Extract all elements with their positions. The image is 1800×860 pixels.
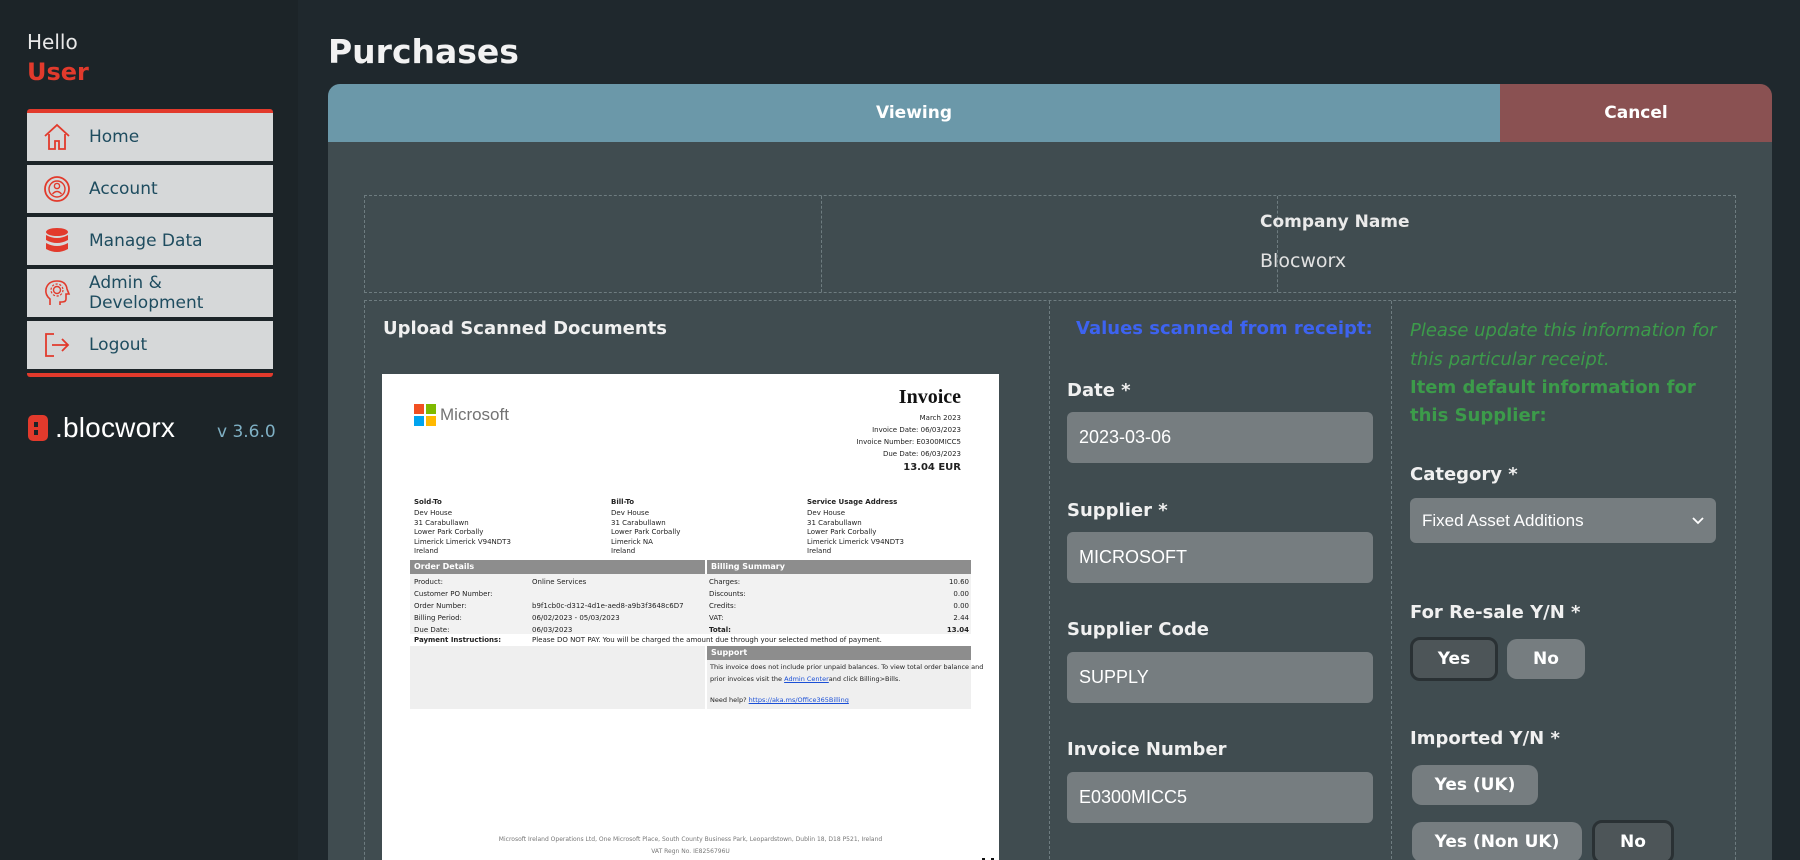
- imported-no-button[interactable]: No: [1592, 820, 1674, 860]
- bill-to-heading: Bill-To: [611, 498, 635, 506]
- greeting: Hello: [27, 30, 78, 54]
- invoice-month: March 2023: [919, 414, 961, 422]
- menu-bottom-accent: [27, 373, 273, 377]
- company-row: [364, 195, 1736, 293]
- home-icon: [44, 123, 70, 150]
- service-address-heading: Service Usage Address: [807, 498, 898, 506]
- page-title: Purchases: [328, 32, 519, 71]
- logout-icon: [45, 333, 70, 357]
- doc-footer-address: Microsoft Ireland Operations Ltd, One Mi…: [498, 836, 883, 843]
- support-heading: Support: [707, 646, 971, 660]
- imported-label: Imported Y/N *: [1410, 728, 1560, 749]
- app-version: v 3.6.0: [217, 422, 276, 442]
- viewing-tab[interactable]: Viewing: [328, 84, 1500, 142]
- supplier-defaults-hint: Item default information for this Suppli…: [1410, 377, 1696, 426]
- payment-instructions-text: Please DO NOT PAY. You will be charged t…: [532, 636, 882, 644]
- divider: [1391, 301, 1392, 860]
- sidebar-item-label: Manage Data: [89, 231, 203, 251]
- supplier-field[interactable]: MICROSOFT: [1067, 532, 1373, 583]
- billing-summary-labels: Charges: Discounts: Credits: VAT: Total:: [709, 578, 746, 634]
- invoice-date: Invoice Date: 06/03/2023: [872, 426, 961, 434]
- sidebar-item-label: Logout: [89, 335, 148, 355]
- invoice-due-date: Due Date: 06/03/2023: [882, 450, 961, 458]
- supplier-code-label: Supplier Code: [1067, 619, 1209, 640]
- doc-footer-vat: VAT Regn No. IE8256796U: [651, 848, 730, 855]
- database-icon: [46, 228, 68, 252]
- account-icon: [44, 176, 70, 202]
- resale-no-button[interactable]: No: [1507, 639, 1585, 679]
- invoice-number-label: Invoice Number: [1067, 739, 1227, 760]
- divider: [1049, 301, 1050, 860]
- panel-header: Viewing Cancel: [328, 84, 1772, 142]
- invoice-number-doc: Invoice Number: E0300MICC5: [856, 438, 961, 446]
- sidebar-item-label-line2: Development: [89, 293, 204, 313]
- resale-label: For Re-sale Y/N *: [1410, 602, 1581, 623]
- supplier-label: Supplier *: [1067, 500, 1168, 521]
- cancel-button[interactable]: Cancel: [1500, 84, 1772, 142]
- support-text-2: prior invoices visit the Admin Centerand…: [710, 675, 901, 683]
- sidebar-menu: Home Account Manage Data Admin & Develop…: [27, 109, 273, 377]
- sidebar: Hello User Home Account Manage Data Admi…: [0, 0, 298, 860]
- sold-to-address: Dev House 31 Carabullawn Lower Park Corbal…: [414, 509, 511, 556]
- category-label: Category *: [1410, 464, 1518, 485]
- chevron-down-icon: [1692, 516, 1704, 524]
- sidebar-item-manage-data[interactable]: Manage Data: [27, 217, 273, 269]
- supplier-code-field[interactable]: SUPPLY: [1067, 652, 1373, 703]
- brain-gear-icon: [45, 280, 71, 305]
- bill-to-address: Dev House 31 Carabullawn Lower Park Corbal…: [611, 509, 681, 556]
- username: User: [27, 58, 89, 86]
- service-address: Dev House 31 Carabullawn Lower Park Corbal…: [807, 509, 904, 556]
- admin-center-link[interactable]: Admin Center: [784, 675, 829, 683]
- imported-yes-non-uk-button[interactable]: Yes (Non UK): [1412, 822, 1582, 860]
- order-detail-values: Online Services b9f1cb0c-d312-4d1e-aed8-a…: [532, 578, 684, 634]
- sidebar-item-home[interactable]: Home: [27, 113, 273, 165]
- company-name-value: Blocworx: [1260, 250, 1347, 272]
- date-label: Date *: [1067, 380, 1131, 401]
- billing-summary-values: 10.60 0.00 0.00 2.44 13.04: [946, 578, 969, 634]
- invoice-number-field[interactable]: E0300MICC5: [1067, 772, 1373, 823]
- scanned-invoice-image[interactable]: Microsoft Invoice March 2023 Invoice Dat…: [382, 374, 999, 860]
- billing-help-link[interactable]: https://aka.ms/Office365Billing: [749, 696, 849, 704]
- sold-to-heading: Sold-To: [414, 498, 442, 506]
- order-detail-labels: Product: Customer PO Number: Order Number:…: [414, 578, 493, 634]
- invoice-heading: Invoice: [898, 386, 961, 408]
- brand-name: .blocworx: [55, 412, 176, 443]
- scanned-values-title: Values scanned from receipt:: [1076, 318, 1373, 339]
- support-text-1: This invoice does not include prior unpa…: [710, 663, 984, 671]
- imported-yes-uk-button[interactable]: Yes (UK): [1412, 765, 1538, 805]
- brand-logo: .blocworx: [27, 412, 175, 444]
- date-field[interactable]: 2023-03-06: [1067, 412, 1373, 463]
- divider: [821, 196, 822, 292]
- purchase-panel: Viewing Cancel Company Name Blocworx Upl…: [328, 84, 1772, 860]
- order-table-bg: [410, 574, 971, 634]
- invoice-total: 13.04 EUR: [903, 462, 961, 473]
- update-hint: Please update this information for this …: [1410, 320, 1717, 370]
- category-select[interactable]: Fixed Asset Additions: [1410, 498, 1716, 543]
- upload-title: Upload Scanned Documents: [383, 318, 667, 339]
- resale-yes-button[interactable]: Yes: [1410, 637, 1498, 681]
- vendor-name: Microsoft: [440, 405, 509, 424]
- sidebar-item-logout[interactable]: Logout: [27, 321, 273, 373]
- need-help-text: Need help? https://aka.ms/Office365Billi…: [710, 696, 849, 704]
- sidebar-item-account[interactable]: Account: [27, 165, 273, 217]
- order-details-heading: Order Details: [410, 560, 705, 574]
- company-name-label: Company Name: [1260, 212, 1410, 232]
- billing-summary-heading: Billing Summary: [707, 560, 971, 574]
- divider: [1277, 196, 1278, 292]
- support-left-bg: [410, 646, 705, 709]
- sidebar-item-label: Admin &: [89, 273, 162, 293]
- microsoft-logo-icon: [414, 404, 436, 426]
- sidebar-item-admin-development[interactable]: Admin & Development: [27, 269, 273, 321]
- blocworx-logo-icon: [28, 415, 48, 441]
- payment-instructions-label: Payment Instructions:: [414, 636, 502, 644]
- sidebar-item-label: Account: [89, 179, 158, 199]
- sidebar-item-label: Home: [89, 127, 140, 147]
- category-selected-value: Fixed Asset Additions: [1422, 510, 1584, 530]
